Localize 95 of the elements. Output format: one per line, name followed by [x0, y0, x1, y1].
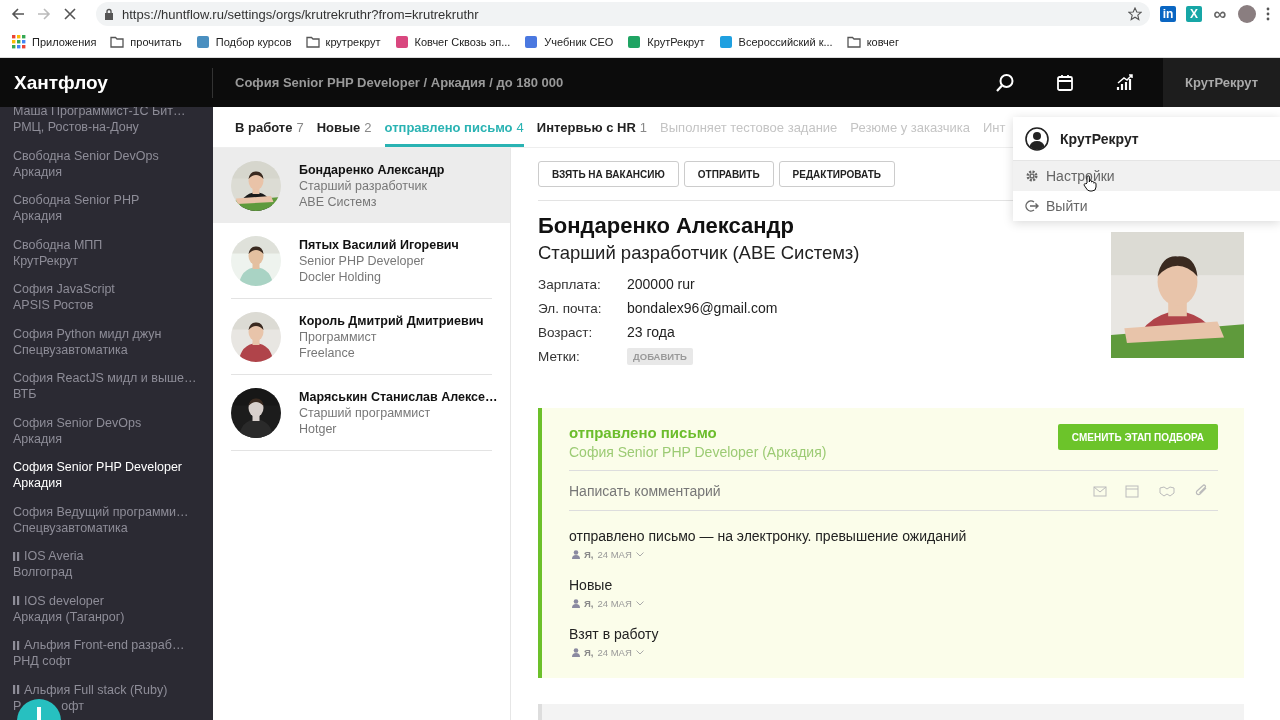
bookmark-link[interactable]: КрутРекрут	[647, 36, 705, 48]
candidate-item[interactable]: Бондаренко Александр Старший разработчик ABE Системз	[213, 148, 510, 223]
search-icon[interactable]	[995, 72, 1015, 93]
pause-icon	[13, 685, 20, 694]
comment-field[interactable]: Написать комментарий	[569, 482, 1092, 499]
logout-icon	[1025, 199, 1039, 213]
star-icon[interactable]	[1128, 7, 1142, 21]
profile-avatar[interactable]	[1238, 5, 1256, 23]
vacancy-item[interactable]: София Python мидл джун Спецвузавтоматика	[13, 325, 213, 370]
chart-icon[interactable]	[1115, 72, 1135, 93]
bookmark-link[interactable]: крутрекрут	[325, 36, 381, 48]
stage-tab[interactable]: Новые 2	[316, 107, 372, 147]
bookmark-link[interactable]: Ковчег Сквозь эп...	[414, 36, 511, 48]
site-icon	[195, 35, 210, 49]
vacancy-item[interactable]: София Ведущий программи… Спецвузавтоматика	[13, 503, 213, 548]
log-date: 24 МАЯ	[597, 598, 632, 609]
folder-icon	[110, 35, 125, 49]
vacancy-item[interactable]: IOS developer Аркадия (Таганрог)	[13, 592, 213, 637]
calendar-icon[interactable]	[1055, 72, 1075, 93]
gear-icon	[1025, 169, 1039, 183]
vacancy-item[interactable]: София Senior DevOps Аркадия	[13, 414, 213, 459]
stage-tab[interactable]: В работе 7	[235, 107, 304, 147]
account-name: КрутРекрут	[1060, 130, 1139, 147]
vacancy-item[interactable]: Свободна Senior PHP Аркадия	[13, 192, 213, 237]
field-value: 23 года	[627, 324, 675, 340]
address-bar[interactable]: https://huntflow.ru/settings/orgs/krutrekruthr?from=krutrekruthr	[96, 2, 1150, 26]
vacancy-item[interactable]: София JavaScript APSIS Ростов	[13, 281, 213, 326]
vacancy-item[interactable]: Маша Программист-1С Бит… РМЦ, Ростов-на-Дону	[13, 107, 213, 148]
field-label: Метки:	[538, 348, 580, 364]
bookmark-link[interactable]: Приложения	[32, 36, 97, 48]
vacancy-item[interactable]: Свободна Senior DevOps Аркадия	[13, 147, 213, 192]
action-button[interactable]: ОТПРАВИТЬ	[683, 161, 774, 187]
pause-icon	[13, 640, 20, 650]
action-button[interactable]: ВЗЯТЬ НА ВАКАНСИЮ	[538, 161, 679, 187]
stage-vacancy: София Senior PHP Developer (Аркадия)	[569, 444, 827, 460]
vacancy-item[interactable]: София ReactJS мидл и выше… ВТБ	[13, 370, 213, 415]
candidate-item[interactable]: Маряськин Станислав Алексе… Старший программист Hotger	[213, 375, 510, 450]
log-author: Я,	[584, 549, 594, 560]
stop-icon[interactable]	[62, 6, 78, 22]
log-author: Я,	[584, 647, 594, 658]
menu-item[interactable]: Настройки	[1013, 161, 1280, 191]
candidate-position: Старший разработчик (ABE Системз)	[538, 242, 860, 264]
user-icon	[572, 648, 580, 657]
user-icon	[572, 550, 580, 559]
field-label: Зарплата:	[538, 276, 601, 292]
bookmark-link[interactable]: прочитать	[130, 36, 182, 48]
log-date: 24 МАЯ	[597, 647, 632, 658]
log-entry-text: отправлено письмо — на электронку. превышение ожиданий	[569, 528, 968, 544]
extension-icon[interactable]: ∞	[1212, 6, 1228, 22]
vacancy-item[interactable]: IOS Averia Волгоград	[13, 548, 213, 593]
log-author: Я,	[584, 598, 594, 609]
more-icon[interactable]	[1266, 7, 1270, 21]
account-menu-button[interactable]: КрутРекрут	[1163, 58, 1280, 107]
stage-tab[interactable]: Интервью с HR 1	[536, 107, 648, 147]
vacancy-breadcrumb: София Senior PHP Developer / Аркадия / до 180 000	[234, 75, 565, 90]
log-entry-text: Взят в работу	[569, 626, 660, 642]
log-entry-text: Новые	[569, 577, 614, 593]
extension-icon[interactable]: in	[1160, 6, 1176, 22]
log-date: 24 МАЯ	[597, 549, 632, 560]
bookmark-link[interactable]: Учебник CEO	[544, 36, 614, 48]
apps-grid-icon	[12, 35, 26, 49]
back-icon[interactable]	[10, 6, 26, 22]
pause-icon	[13, 596, 20, 605]
site-icon	[627, 35, 642, 49]
vacancy-item[interactable]: Альфия Full stack (Ruby) Р офт	[13, 681, 213, 720]
stage-title: отправлено письмо	[569, 424, 718, 441]
action-button[interactable]: РЕДАКТИРОВАТЬ	[778, 161, 895, 187]
folder-icon	[305, 35, 320, 49]
candidate-item[interactable]: Пятых Василий Игоревич Senior PHP Developer Docler Holding	[213, 223, 510, 298]
vacancy-item[interactable]: София Senior PHP Developer Аркадия	[13, 459, 213, 504]
menu-item[interactable]: Выйти	[1013, 191, 1280, 221]
app-logo[interactable]: Хантфлоу	[14, 71, 108, 94]
field-label: Эл. почта:	[538, 300, 602, 316]
folder-icon	[846, 35, 861, 49]
user-icon	[572, 599, 580, 608]
bookmark-link[interactable]: ковчег	[866, 36, 899, 48]
field-value: bondalex96@gmail.com	[627, 300, 778, 316]
bookmark-link[interactable]: Подбор курсов	[215, 36, 292, 48]
user-icon	[1025, 126, 1049, 151]
vacancy-item[interactable]: Альфия Front-end разраб… РНД софт	[13, 637, 213, 682]
site-icon	[524, 35, 539, 49]
plus-icon	[37, 707, 41, 720]
pause-icon	[13, 551, 20, 561]
chevron-icon[interactable]	[635, 601, 644, 606]
chevron-icon[interactable]	[635, 552, 644, 557]
lock-icon	[104, 8, 114, 20]
candidate-item[interactable]: Король Дмитрий Дмитриевич Программист Freelance	[213, 299, 510, 374]
chevron-icon[interactable]	[635, 650, 644, 655]
field-value: 200000 rur	[627, 276, 695, 292]
candidate-name: Бондаренко Александр	[538, 213, 795, 239]
site-icon	[718, 35, 733, 49]
site-icon	[394, 35, 409, 49]
field-label: Возраст:	[538, 324, 593, 340]
vacancy-item[interactable]: Свободна МПП КрутРекрут	[13, 236, 213, 281]
bookmark-link[interactable]: Всероссийский к...	[738, 36, 833, 48]
